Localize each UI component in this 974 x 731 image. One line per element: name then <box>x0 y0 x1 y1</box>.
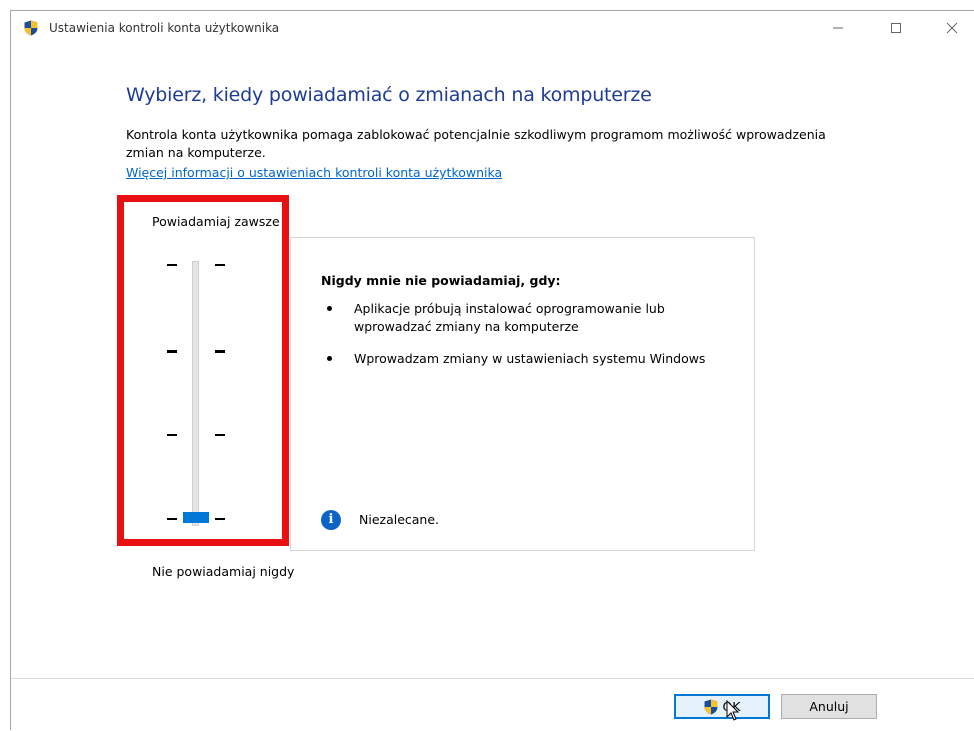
dialog-footer: OK Anuluj <box>11 678 974 731</box>
maximize-icon <box>891 23 901 33</box>
minimize-button[interactable] <box>815 11 861 43</box>
bullet-icon <box>327 306 332 311</box>
description-text: Kontrola konta użytkownika pomaga zablok… <box>126 127 826 160</box>
page-heading: Wybierz, kiedy powiadamiać o zmianach na… <box>126 84 652 106</box>
bullet-icon <box>327 356 332 361</box>
close-icon <box>946 22 958 34</box>
bullet-list: Aplikacje próbują instalować oprogramowa… <box>321 300 731 382</box>
bullet-text: Aplikacje próbują instalować oprogramowa… <box>354 301 665 334</box>
notice-text: Niezalecane. <box>359 512 440 527</box>
maximize-button[interactable] <box>873 11 919 43</box>
close-button[interactable] <box>929 11 974 43</box>
slider-bottom-label: Nie powiadamiaj nigdy <box>152 564 295 579</box>
info-icon: i <box>321 510 341 530</box>
list-item: Wprowadzam zmiany w ustawieniach systemu… <box>321 350 731 368</box>
cancel-button-label: Anuluj <box>809 699 849 714</box>
bullet-text: Wprowadzam zmiany w ustawieniach systemu… <box>354 351 706 366</box>
uac-shield-icon <box>24 20 38 36</box>
mouse-cursor-icon <box>726 700 740 721</box>
more-info-link[interactable]: Więcej informacji o ustawieniach kontrol… <box>126 165 502 180</box>
ok-button[interactable]: OK <box>674 694 770 719</box>
list-item: Aplikacje próbują instalować oprogramowa… <box>321 300 731 336</box>
uac-settings-window: Ustawienia kontroli konta użytkownika Wy… <box>10 10 974 731</box>
window-title: Ustawienia kontroli konta użytkownika <box>49 21 280 35</box>
level-description-panel: Nigdy mnie nie powiadamiaj, gdy: Aplikac… <box>290 237 755 551</box>
cancel-button[interactable]: Anuluj <box>781 694 877 719</box>
panel-title: Nigdy mnie nie powiadamiaj, gdy: <box>321 273 561 288</box>
minimize-icon <box>833 27 843 29</box>
red-highlight-box <box>117 195 289 546</box>
title-bar: Ustawienia kontroli konta użytkownika <box>11 11 974 43</box>
uac-shield-icon <box>704 699 718 714</box>
